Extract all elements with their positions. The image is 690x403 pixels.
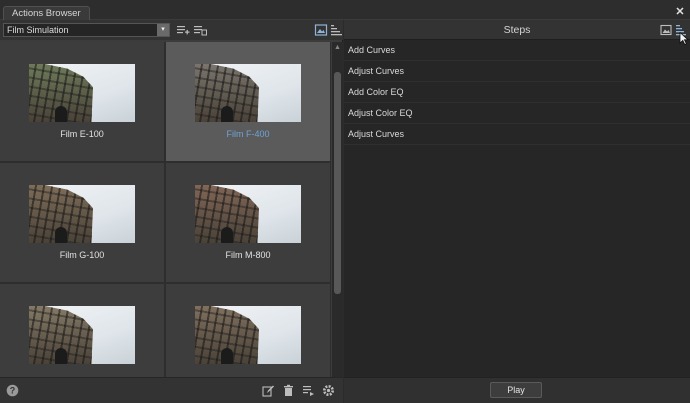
scrollbar-thumb[interactable] [334,72,341,294]
trash-icon[interactable] [282,384,295,397]
steps-header: Steps [344,20,690,40]
svg-text:?: ? [10,386,16,396]
presets-grid: Film E-100 Film F-400 Film G-100 Film M-… [0,42,331,397]
title-bar: Actions Browser ✕ [0,0,690,21]
preset-tile-film-g-100[interactable]: Film G-100 [0,163,164,282]
step-item[interactable]: Add Color EQ [344,82,690,103]
steps-panel: Steps Add Curves Adjust Curves Add Color… [344,20,690,403]
preset-tile-film-m-800[interactable]: Film M-800 [166,163,330,282]
preset-thumbnail [195,306,301,364]
help-icon[interactable]: ? [6,384,19,397]
steps-footer: Play [344,377,690,403]
step-item[interactable]: Adjust Curves [344,61,690,82]
step-item[interactable]: Adjust Color EQ [344,103,690,124]
add-action-icon[interactable] [176,23,190,37]
gear-icon[interactable] [322,384,335,397]
preset-label: Film M-800 [225,250,271,260]
preset-label: Film E-100 [60,129,104,139]
edit-icon[interactable] [262,384,275,397]
chevron-down-icon: ▾ [157,24,169,36]
presets-panel: Film Simulation ▾ Film E-100 Film F-400 [0,20,343,403]
preset-thumbnail [195,185,301,243]
image-view-icon[interactable] [660,24,672,36]
view-thumbnails-icon[interactable] [314,23,328,37]
preset-label: Film G-100 [59,250,105,260]
preset-thumbnail [29,64,135,122]
category-select-value: Film Simulation [7,25,69,35]
step-item[interactable]: Adjust Curves [344,124,690,145]
steps-list: Add Curves Adjust Curves Add Color EQ Ad… [344,40,690,145]
steps-title: Steps [503,24,531,36]
mouse-cursor-icon [679,32,689,45]
close-button[interactable]: ✕ [675,7,685,18]
list-add-icon[interactable] [302,384,315,397]
preset-label: Film F-400 [226,129,270,139]
presets-scrollbar[interactable]: ▲ [332,42,343,397]
scroll-up-icon[interactable]: ▲ [332,42,343,53]
preset-thumbnail [195,64,301,122]
tab-actions-browser[interactable]: Actions Browser [3,6,90,21]
presets-footer: ? [0,377,343,403]
step-item[interactable]: Add Curves [344,40,690,61]
presets-toolbar: Film Simulation ▾ [0,20,343,40]
preset-thumbnail [29,306,135,364]
view-list-icon[interactable] [329,23,343,37]
preset-tile-film-f-400[interactable]: Film F-400 [166,42,330,161]
delete-action-icon[interactable] [193,23,207,37]
play-button[interactable]: Play [490,382,542,398]
category-select[interactable]: Film Simulation ▾ [3,23,170,37]
preset-tile-film-e-100[interactable]: Film E-100 [0,42,164,161]
preset-thumbnail [29,185,135,243]
